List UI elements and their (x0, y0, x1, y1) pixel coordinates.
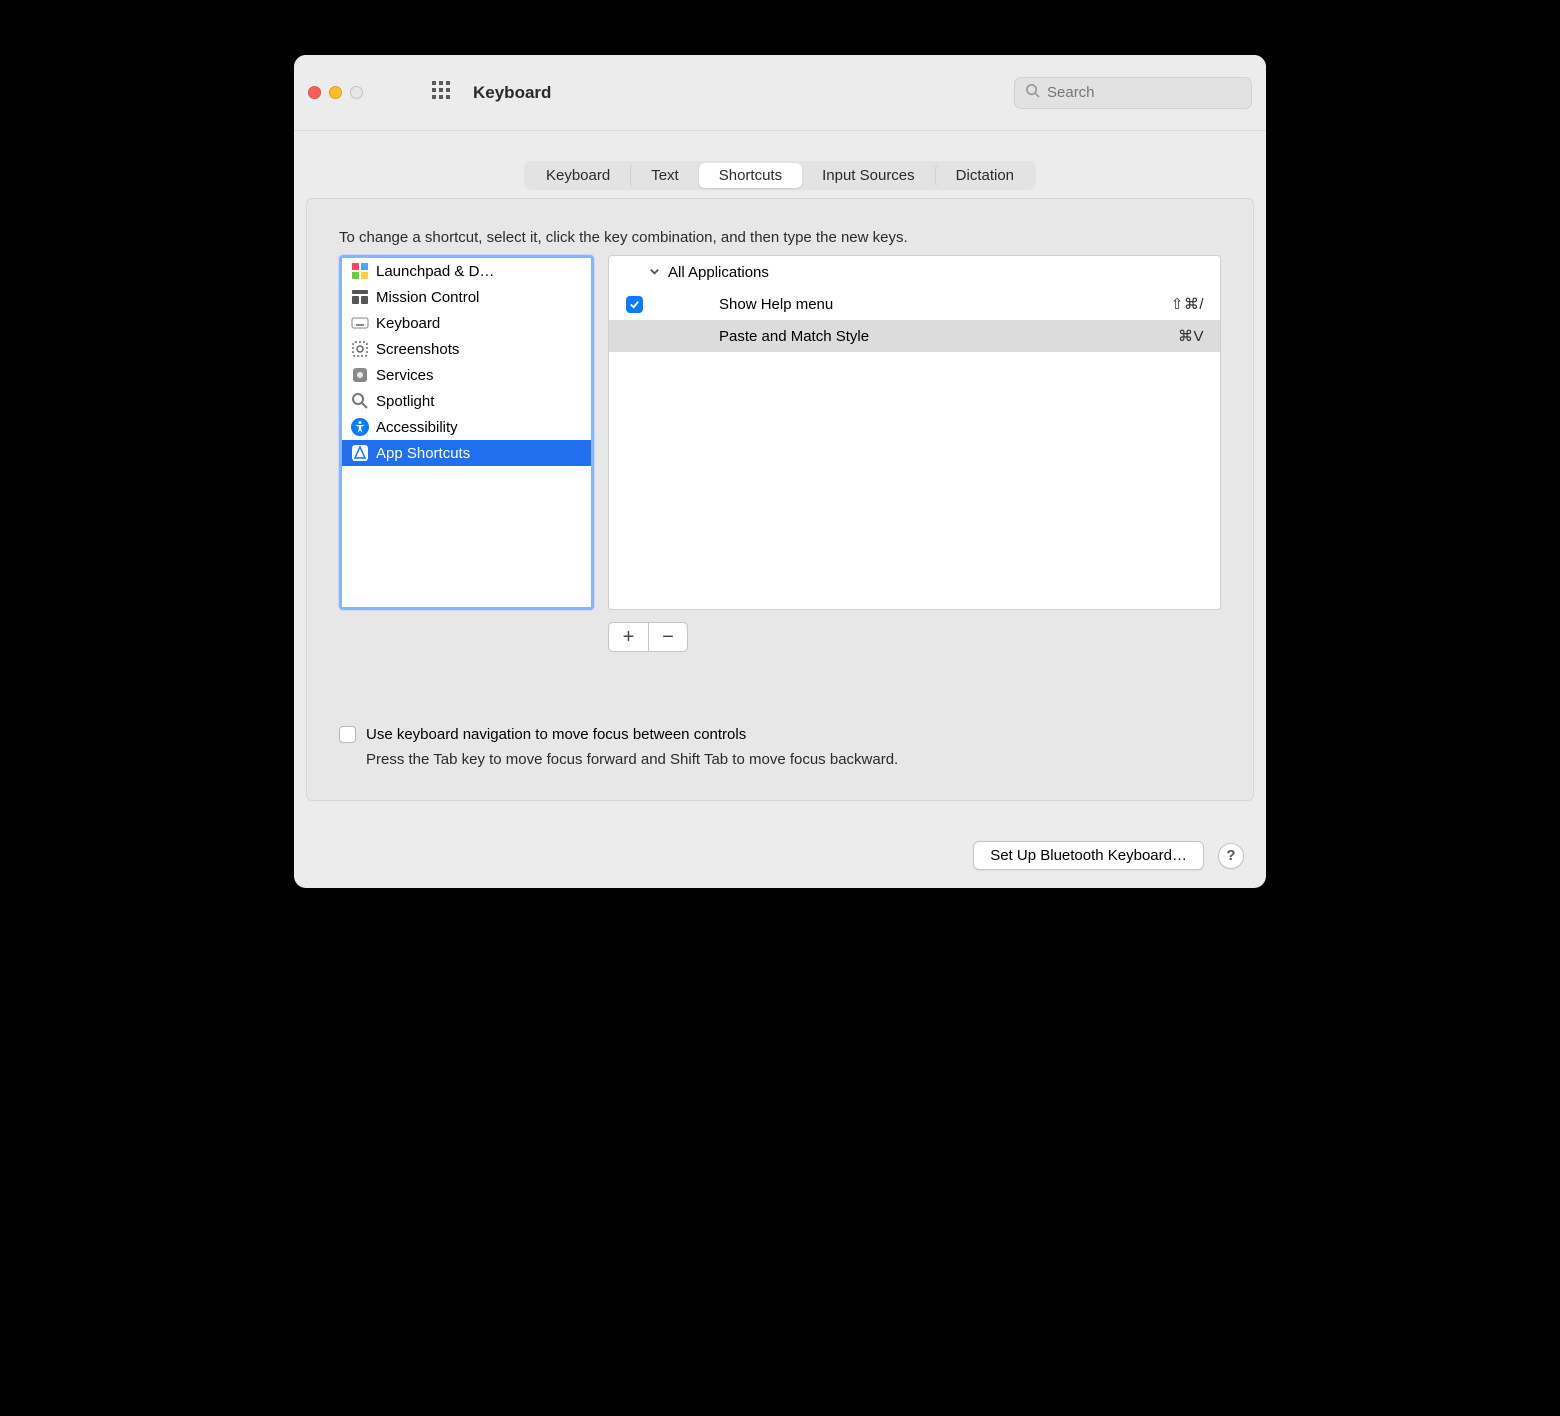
plus-icon: + (623, 626, 635, 649)
help-icon: ? (1226, 847, 1235, 864)
category-list[interactable]: Launchpad & D… Mission Control Keyboard (339, 255, 594, 610)
category-app-shortcuts[interactable]: App Shortcuts (342, 440, 591, 466)
category-label: Accessibility (376, 419, 458, 436)
traffic-lights (308, 86, 363, 99)
add-shortcut-button[interactable]: + (608, 622, 648, 652)
keyboard-icon (350, 313, 370, 333)
category-label: Mission Control (376, 289, 479, 306)
mission-control-icon (350, 287, 370, 307)
keyboard-nav-label: Use keyboard navigation to move focus be… (366, 726, 746, 743)
tab-bar: Keyboard Text Shortcuts Input Sources Di… (524, 161, 1036, 190)
tab-dictation[interactable]: Dictation (935, 163, 1034, 188)
launchpad-icon (350, 261, 370, 281)
category-services[interactable]: Services (342, 362, 591, 388)
shortcut-keys[interactable]: ⇧⌘/ (1171, 295, 1204, 313)
setup-bluetooth-keyboard-button[interactable]: Set Up Bluetooth Keyboard… (973, 841, 1204, 870)
shortcut-row[interactable]: Show Help menu ⇧⌘/ (609, 288, 1220, 320)
zoom-window-button (350, 86, 363, 99)
shortcut-keys[interactable]: ⌘V (1178, 327, 1204, 345)
show-all-icon[interactable] (431, 80, 451, 105)
shortcut-list[interactable]: All Applications Show Help menu ⇧⌘/ (608, 255, 1221, 610)
shortcut-group-header[interactable]: All Applications (609, 256, 1220, 288)
category-mission-control[interactable]: Mission Control (342, 284, 591, 310)
spotlight-icon (350, 391, 370, 411)
search-input[interactable] (1047, 84, 1241, 101)
chevron-down-icon (649, 264, 660, 281)
tab-keyboard[interactable]: Keyboard (526, 163, 630, 188)
shortcut-row[interactable]: Paste and Match Style ⌘V (609, 320, 1220, 352)
category-label: Services (376, 367, 434, 384)
help-button[interactable]: ? (1218, 843, 1244, 869)
tab-shortcuts[interactable]: Shortcuts (699, 163, 802, 188)
search-icon (1025, 83, 1040, 103)
instruction-text: To change a shortcut, select it, click t… (339, 229, 1221, 246)
minus-icon: − (662, 626, 674, 649)
preferences-window: Keyboard Keyboard Text Shortcuts Input S… (294, 55, 1266, 888)
category-accessibility[interactable]: Accessibility (342, 414, 591, 440)
shortcuts-pane: To change a shortcut, select it, click t… (306, 198, 1254, 801)
shortcut-label: Show Help menu (719, 296, 1161, 313)
remove-shortcut-button[interactable]: − (648, 622, 688, 652)
search-field[interactable] (1014, 77, 1252, 109)
category-label: Keyboard (376, 315, 440, 332)
category-screenshots[interactable]: Screenshots (342, 336, 591, 362)
category-launchpad[interactable]: Launchpad & D… (342, 258, 591, 284)
close-window-button[interactable] (308, 86, 321, 99)
category-label: Spotlight (376, 393, 434, 410)
services-icon (350, 365, 370, 385)
category-label: Screenshots (376, 341, 459, 358)
keyboard-nav-hint: Press the Tab key to move focus forward … (366, 751, 1221, 768)
tab-input-sources[interactable]: Input Sources (802, 163, 935, 188)
accessibility-icon (350, 417, 370, 437)
keyboard-nav-checkbox[interactable] (339, 726, 356, 743)
window-title: Keyboard (473, 83, 551, 103)
shortcut-checkbox[interactable] (625, 296, 643, 313)
group-label: All Applications (668, 264, 769, 281)
category-keyboard[interactable]: Keyboard (342, 310, 591, 336)
shortcut-label: Paste and Match Style (719, 328, 1168, 345)
tab-text[interactable]: Text (630, 163, 699, 188)
screenshots-icon (350, 339, 370, 359)
minimize-window-button[interactable] (329, 86, 342, 99)
category-label: Launchpad & D… (376, 263, 494, 280)
titlebar: Keyboard (294, 55, 1266, 131)
app-shortcuts-icon (350, 443, 370, 463)
category-spotlight[interactable]: Spotlight (342, 388, 591, 414)
category-label: App Shortcuts (376, 445, 470, 462)
